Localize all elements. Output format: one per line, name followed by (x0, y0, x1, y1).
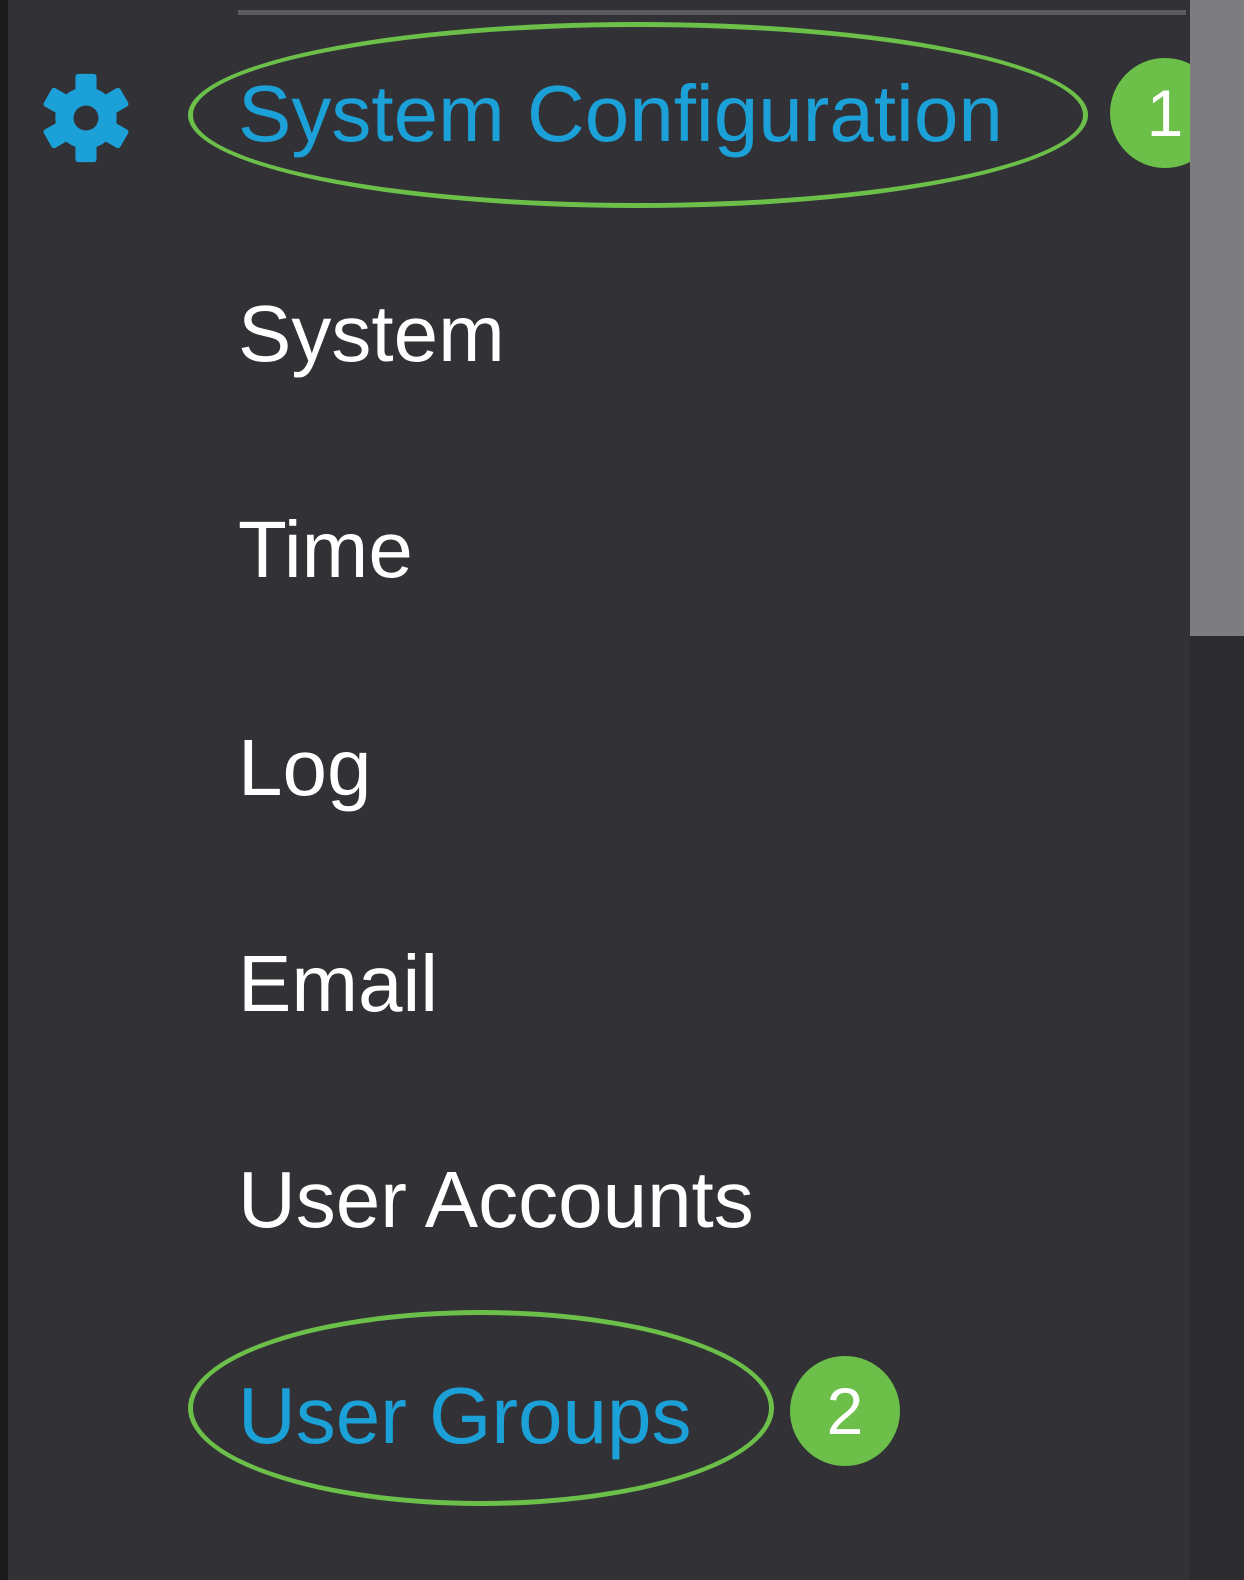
menu-item-log[interactable]: Log (238, 718, 371, 818)
menu-item-system-configuration[interactable]: System Configuration (238, 64, 1003, 164)
menu-item-email[interactable]: Email (238, 934, 438, 1034)
sidebar-frame: System Configuration System Time Log Ema… (0, 0, 1244, 1580)
top-divider (238, 10, 1186, 15)
menu-item-user-groups[interactable]: User Groups (238, 1366, 691, 1466)
menu-item-time[interactable]: Time (238, 500, 413, 600)
menu-item-user-accounts[interactable]: User Accounts (238, 1150, 754, 1250)
menu-item-system[interactable]: System (238, 284, 505, 384)
sidebar-panel (8, 0, 1190, 1580)
step-badge-2: 2 (790, 1356, 900, 1466)
scrollbar-thumb[interactable] (1190, 0, 1244, 636)
gear-icon (43, 73, 129, 163)
left-border (0, 0, 8, 1580)
